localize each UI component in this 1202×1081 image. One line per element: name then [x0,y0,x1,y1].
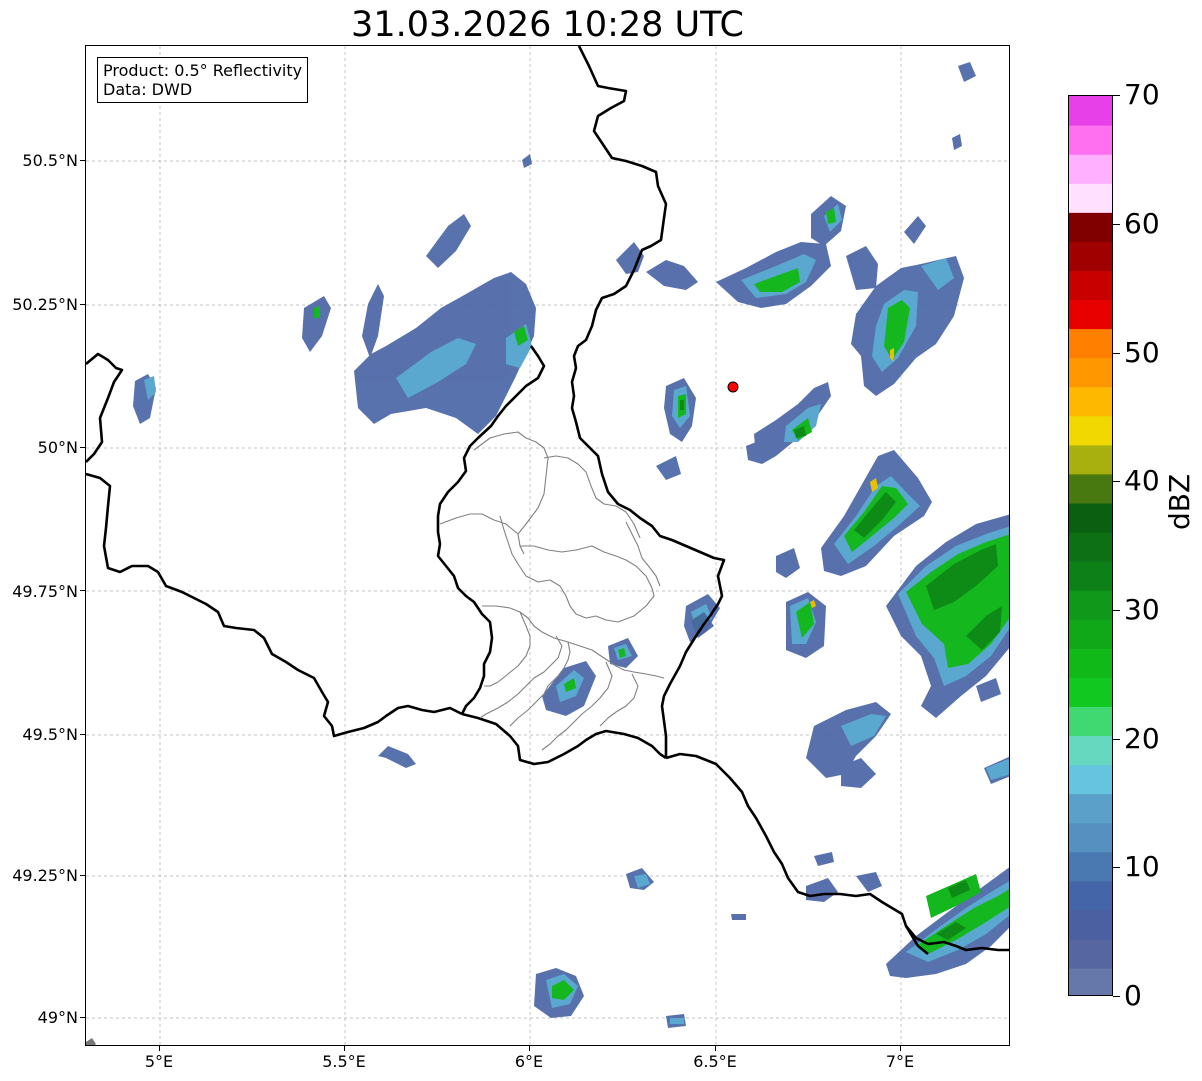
colorbar-swatch [1069,299,1112,330]
colorbar-tick-mark [1113,95,1120,96]
colorbar-tick-label: 20 [1124,722,1160,755]
lon-tick-label: 6°E [514,1052,544,1071]
radar-map[interactable] [85,45,1010,1046]
lat-tick-mark [80,304,85,305]
colorbar-swatch [1069,706,1112,737]
colorbar-tick-mark [1113,996,1120,997]
lat-tick-mark [80,590,85,591]
lat-tick-mark [80,447,85,448]
lat-tick-label: 50.25°N [12,295,78,314]
colorbar-swatch [1069,793,1112,824]
lat-tick-mark [80,1017,85,1018]
lat-tick-label: 50°N [37,438,78,457]
colorbar-tick-label: 60 [1124,207,1160,240]
lon-tick-mark [159,1046,160,1051]
colorbar-swatch [1069,444,1112,475]
corner-land-patch [86,1038,96,1045]
colorbar-swatch [1069,96,1112,126]
colorbar-tick-mark [1113,610,1120,611]
radar-echoes [133,62,1009,1028]
lat-tick-label: 49°N [37,1008,78,1027]
colorbar [1068,95,1113,996]
colorbar-swatch [1069,473,1112,504]
colorbar-swatch [1069,561,1112,591]
colorbar-swatches [1069,96,1112,995]
colorbar-tick-label: 50 [1124,336,1160,369]
colorbar-swatch [1069,880,1112,911]
lat-tick-mark [80,160,85,161]
colorbar-swatch [1069,909,1112,940]
colorbar-swatch [1069,386,1112,417]
lon-tick-label: 5°E [144,1052,174,1071]
product-label: Product: 0.5° Reflectivity [103,61,303,80]
radar-site-marker[interactable] [727,381,739,393]
map-title: 31.03.2026 10:28 UTC [351,5,744,45]
echo-cluster-northwest [133,214,536,768]
lon-tick-label: 6.5°E [693,1052,737,1071]
colorbar-swatch [1069,967,1112,995]
colorbar-swatch [1069,764,1112,795]
radar-map-canvas [86,46,1009,1045]
colorbar-swatch [1069,154,1112,184]
lat-tick-label: 49.75°N [12,582,78,601]
colorbar-swatch [1069,241,1112,271]
colorbar-unit-label: dBZ [1163,473,1196,530]
colorbar-swatch [1069,677,1112,707]
colorbar-tick-mark [1113,481,1120,482]
colorbar-swatch [1069,125,1112,155]
colorbar-tick-label: 70 [1124,78,1160,111]
lon-tick-mark [529,1046,530,1051]
colorbar-tick-mark [1113,739,1120,740]
lon-tick-label: 5.5°E [322,1052,366,1071]
colorbar-swatch [1069,270,1112,301]
colorbar-tick-mark [1113,867,1120,868]
lon-tick-mark [715,1046,716,1051]
lat-tick-label: 49.25°N [12,866,78,885]
lat-tick-mark [80,875,85,876]
lat-tick-label: 49.5°N [22,725,78,744]
colorbar-swatch [1069,735,1112,766]
colorbar-swatch [1069,648,1112,678]
info-box: Product: 0.5° Reflectivity Data: DWD [97,57,309,103]
colorbar-tick-label: 0 [1124,979,1142,1012]
colorbar-tick-mark [1113,224,1120,225]
colorbar-swatch [1069,212,1112,242]
colorbar-swatch [1069,938,1112,969]
lat-tick-mark [80,734,85,735]
colorbar-swatch [1069,531,1112,562]
colorbar-swatch [1069,328,1112,359]
echo-cluster-north [522,62,976,464]
lat-tick-label: 50.5°N [22,151,78,170]
colorbar-swatch [1069,183,1112,213]
lon-tick-label: 7°E [885,1052,915,1071]
colorbar-swatch [1069,502,1112,533]
colorbar-swatch [1069,590,1112,620]
colorbar-swatch [1069,619,1112,649]
colorbar-tick-label: 30 [1124,593,1160,626]
data-source-label: Data: DWD [103,80,193,99]
colorbar-swatch [1069,851,1112,882]
colorbar-swatch [1069,415,1112,446]
colorbar-tick-mark [1113,353,1120,354]
lon-tick-mark [900,1046,901,1051]
lon-tick-mark [344,1046,345,1051]
colorbar-swatch [1069,357,1112,388]
colorbar-tick-label: 40 [1124,464,1160,497]
colorbar-swatch [1069,822,1112,853]
colorbar-tick-label: 10 [1124,850,1160,883]
